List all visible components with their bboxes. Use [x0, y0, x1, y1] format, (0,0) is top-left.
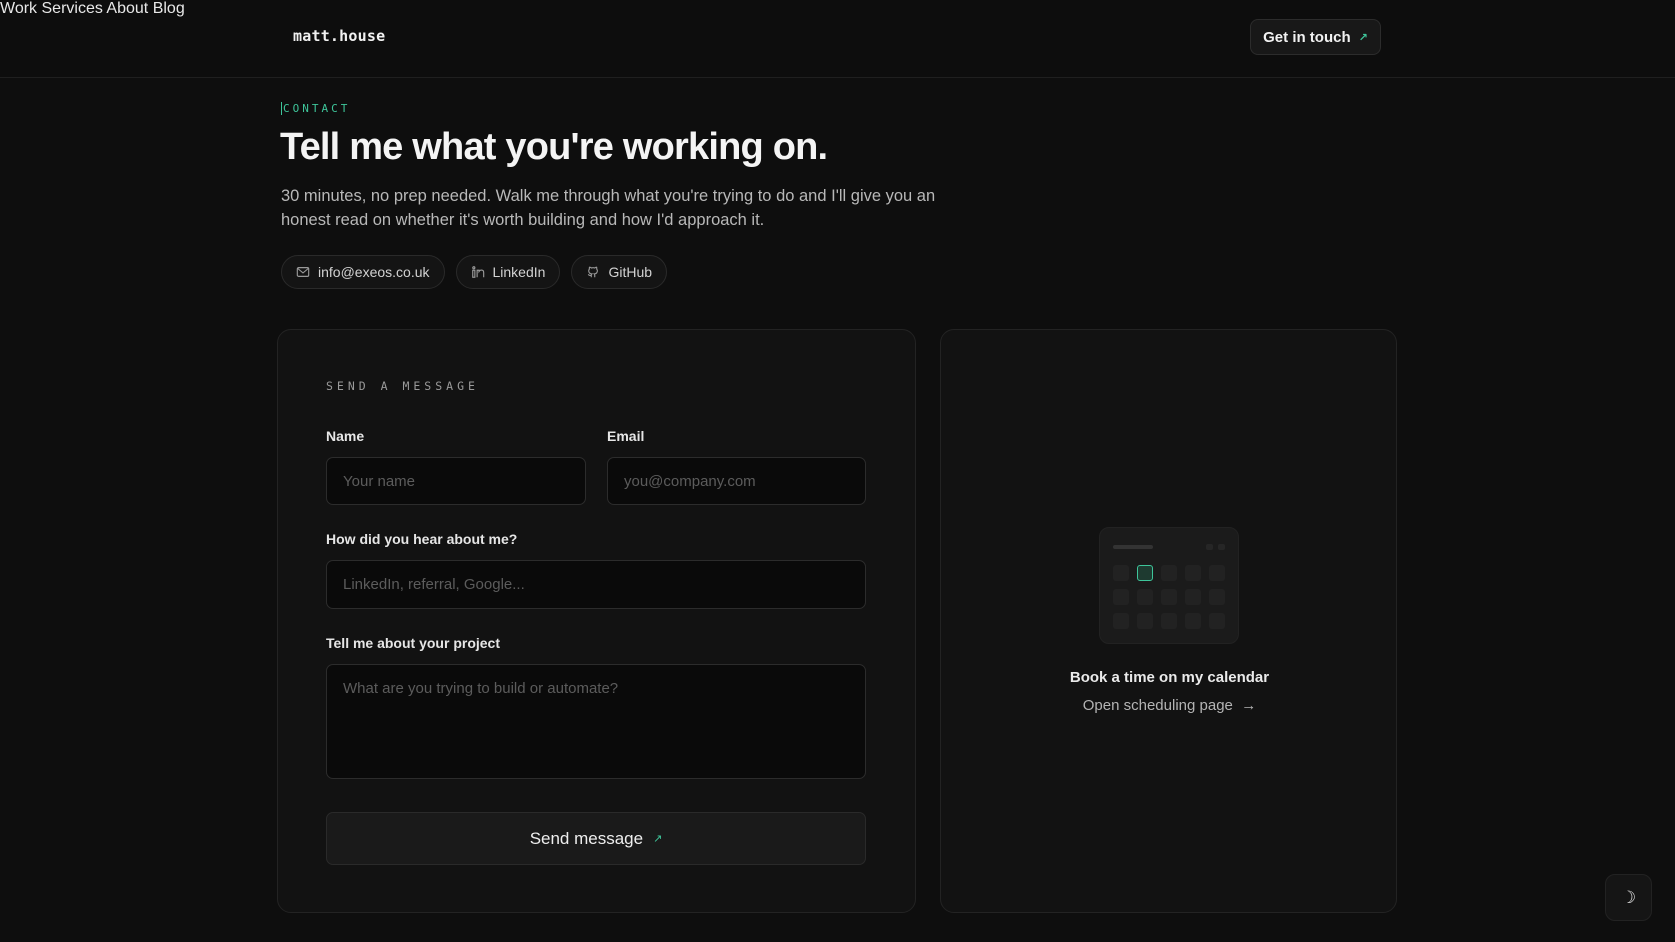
calendar-day-cell [1113, 613, 1129, 629]
calendar-day-cell [1137, 613, 1153, 629]
nav-link-services[interactable]: Services [42, 0, 103, 17]
linkedin-icon [471, 266, 484, 278]
calendar-card: Book a time on my calendar Open scheduli… [940, 329, 1397, 913]
calendar-nav-dot [1218, 544, 1225, 550]
name-label: Name [326, 428, 365, 444]
arrow-up-right-icon: ↗ [653, 833, 663, 845]
arrow-up-right-icon: ↗ [1358, 31, 1368, 44]
nav-link-about[interactable]: About [106, 0, 148, 17]
github-chip[interactable]: GitHub [571, 255, 668, 289]
calendar-day-cell [1209, 613, 1225, 629]
source-input[interactable] [326, 560, 866, 609]
project-textarea[interactable] [326, 664, 866, 779]
get-in-touch-button[interactable]: Get in touch ↗ [1250, 19, 1381, 55]
calendar-day-cell [1209, 589, 1225, 605]
source-label: How did you hear about me? [326, 531, 518, 547]
site-logo[interactable]: matt.house [293, 27, 385, 45]
calendar-day-cell-selected [1137, 565, 1153, 581]
linkedin-chip[interactable]: LinkedIn [455, 255, 561, 289]
calendar-title: Book a time on my calendar [1069, 669, 1270, 686]
calendar-day-cell [1161, 589, 1177, 605]
linkedin-chip-label: LinkedIn [492, 264, 546, 280]
nav-link-work[interactable]: Work [0, 0, 37, 17]
github-chip-label: GitHub [608, 264, 653, 280]
calendar-day-cell [1185, 565, 1201, 581]
calendar-day-cell [1185, 613, 1201, 629]
form-section-label: SEND A MESSAGE [326, 379, 479, 393]
section-eyebrow: CONTACT [281, 102, 351, 115]
page-description: 30 minutes, no prep needed. Walk me thro… [281, 187, 936, 229]
open-scheduling-label: Open scheduling page [1082, 697, 1233, 714]
nav-link-blog[interactable]: Blog [153, 0, 185, 17]
arrow-right-icon: → [1237, 697, 1257, 714]
moon-icon: ☽ [1620, 887, 1637, 907]
calendar-day-cell [1209, 565, 1225, 581]
open-scheduling-link[interactable]: Open scheduling page → [941, 697, 1398, 714]
contact-form-card: SEND A MESSAGE Name Email How did you he… [277, 329, 916, 913]
page-title: Tell me what you're working on. [280, 126, 828, 168]
name-input[interactable] [326, 457, 586, 505]
get-in-touch-label: Get in touch [1263, 28, 1351, 46]
github-icon [588, 266, 599, 278]
calendar-nav-dot [1206, 544, 1213, 550]
calendar-day-cell [1113, 589, 1129, 605]
theme-toggle-button[interactable]: ☽ [1605, 874, 1652, 921]
calendar-day-cell [1161, 613, 1177, 629]
top-navigation-bar: matt.house Work Services About Blog Get … [0, 0, 1675, 78]
send-message-button[interactable]: Send message ↗ [326, 812, 866, 865]
email-chip[interactable]: info@exeos.co.uk [281, 255, 445, 289]
calendar-day-cell [1185, 589, 1201, 605]
email-label: Email [607, 428, 645, 444]
email-input[interactable] [607, 457, 866, 505]
email-chip-label: info@exeos.co.uk [318, 264, 430, 280]
calendar-header-bar [1113, 545, 1153, 549]
calendar-day-cell [1113, 565, 1129, 581]
project-label: Tell me about your project [326, 635, 500, 651]
send-message-label: Send message [529, 828, 644, 848]
calendar-illustration [1099, 527, 1239, 644]
mail-icon [296, 267, 310, 277]
calendar-day-cell [1161, 565, 1177, 581]
contact-links: info@exeos.co.uk LinkedIn GitHub [281, 255, 668, 289]
calendar-day-cell [1137, 589, 1153, 605]
